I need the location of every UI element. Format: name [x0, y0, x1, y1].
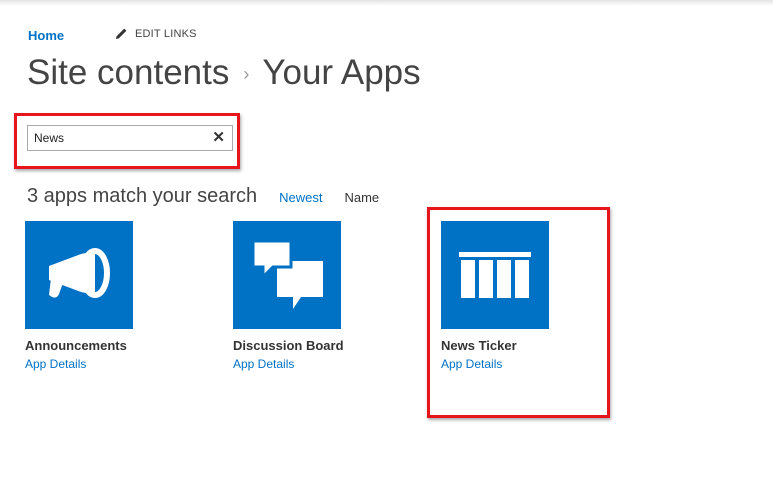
- app-icon-button[interactable]: [233, 221, 341, 329]
- app-details-link[interactable]: App Details: [25, 357, 185, 371]
- ticker-columns-icon: [459, 252, 531, 298]
- search-box: ✕: [27, 125, 233, 151]
- app-details-link[interactable]: App Details: [233, 357, 393, 371]
- app-tile-news-ticker: News Ticker App Details: [441, 221, 601, 371]
- app-tile-announcements: Announcements App Details: [25, 221, 185, 371]
- pencil-icon: [116, 28, 127, 39]
- sort-name-link[interactable]: Name: [344, 190, 379, 205]
- search-input[interactable]: [28, 126, 212, 150]
- top-navigation: Home EDIT LINKS: [28, 26, 197, 44]
- app-icon-button[interactable]: [25, 221, 133, 329]
- sort-newest-link[interactable]: Newest: [279, 190, 322, 205]
- edit-links-button[interactable]: EDIT LINKS: [115, 27, 197, 40]
- home-link[interactable]: Home: [28, 28, 64, 43]
- breadcrumb-site-contents[interactable]: Site contents: [27, 52, 229, 94]
- speech-bubbles-icon: [251, 239, 323, 309]
- close-icon[interactable]: ✕: [212, 129, 225, 146]
- top-shadow: [0, 0, 773, 6]
- megaphone-icon: [49, 248, 110, 298]
- page-title: Site contents › Your Apps: [27, 52, 421, 94]
- app-name[interactable]: Discussion Board: [233, 338, 393, 353]
- results-bar: 3 apps match your search Newest Name: [27, 185, 379, 208]
- results-count-heading: 3 apps match your search: [27, 185, 258, 207]
- app-name[interactable]: Announcements: [25, 338, 185, 353]
- breadcrumb-current-page: Your Apps: [262, 53, 421, 92]
- app-details-link[interactable]: App Details: [441, 357, 601, 371]
- edit-links-label: EDIT LINKS: [135, 27, 197, 40]
- app-tile-discussion-board: Discussion Board App Details: [233, 221, 393, 371]
- app-icon-button[interactable]: [441, 221, 549, 329]
- app-name[interactable]: News Ticker: [441, 338, 601, 353]
- breadcrumb-separator-icon: ›: [243, 64, 250, 84]
